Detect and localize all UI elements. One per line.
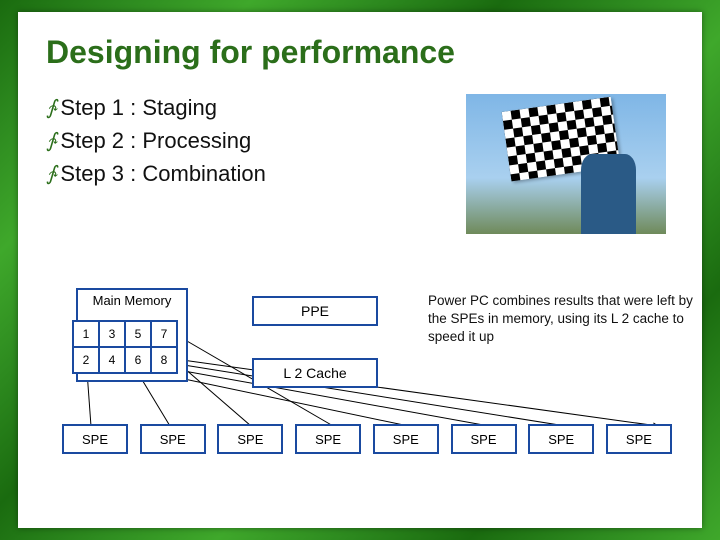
slide: Designing for performance ∱ Step 1 : Sta… bbox=[0, 0, 720, 540]
mem-cell: 4 bbox=[98, 346, 126, 374]
spe-box: SPE bbox=[140, 424, 206, 454]
l2-label: L 2 Cache bbox=[283, 365, 346, 381]
spe-label: SPE bbox=[315, 432, 341, 447]
main-memory-box: Main Memory 1 3 5 7 2 4 6 8 bbox=[76, 288, 188, 382]
memory-grid: 1 3 5 7 2 4 6 8 bbox=[72, 320, 192, 372]
l2-cache-box: L 2 Cache bbox=[252, 358, 378, 388]
spe-label: SPE bbox=[160, 432, 186, 447]
ppe-box: PPE bbox=[252, 296, 378, 326]
main-memory-label: Main Memory bbox=[78, 290, 186, 318]
step-text: Step 3 : Combination bbox=[60, 157, 265, 190]
person-icon bbox=[581, 154, 636, 234]
bullet-icon: ∱ bbox=[46, 126, 56, 156]
mem-cell: 6 bbox=[124, 346, 152, 374]
spe-label: SPE bbox=[548, 432, 574, 447]
mem-cell: 3 bbox=[98, 320, 126, 348]
spe-box: SPE bbox=[62, 424, 128, 454]
description-text: Power PC combines results that were left… bbox=[428, 292, 693, 347]
mem-cell: 8 bbox=[150, 346, 178, 374]
spe-box: SPE bbox=[606, 424, 672, 454]
spe-label: SPE bbox=[393, 432, 419, 447]
connector-lines bbox=[18, 12, 718, 532]
bullet-icon: ∱ bbox=[46, 93, 56, 123]
step-text: Step 1 : Staging bbox=[60, 91, 217, 124]
step-text: Step 2 : Processing bbox=[60, 124, 251, 157]
spe-box: SPE bbox=[217, 424, 283, 454]
mem-cell: 2 bbox=[72, 346, 100, 374]
mem-cell: 7 bbox=[150, 320, 178, 348]
slide-title: Designing for performance bbox=[46, 34, 674, 71]
content-panel: Designing for performance ∱ Step 1 : Sta… bbox=[18, 12, 702, 528]
spe-label: SPE bbox=[626, 432, 652, 447]
spe-label: SPE bbox=[471, 432, 497, 447]
spe-label: SPE bbox=[237, 432, 263, 447]
hero-image bbox=[466, 94, 666, 234]
bullet-icon: ∱ bbox=[46, 159, 56, 189]
mem-cell: 1 bbox=[72, 320, 100, 348]
spe-box: SPE bbox=[295, 424, 361, 454]
spe-label: SPE bbox=[82, 432, 108, 447]
spe-box: SPE bbox=[528, 424, 594, 454]
mem-cell: 5 bbox=[124, 320, 152, 348]
spe-row: SPE SPE SPE SPE SPE SPE SPE SPE bbox=[62, 424, 672, 454]
spe-box: SPE bbox=[373, 424, 439, 454]
ppe-label: PPE bbox=[301, 303, 329, 319]
spe-box: SPE bbox=[451, 424, 517, 454]
